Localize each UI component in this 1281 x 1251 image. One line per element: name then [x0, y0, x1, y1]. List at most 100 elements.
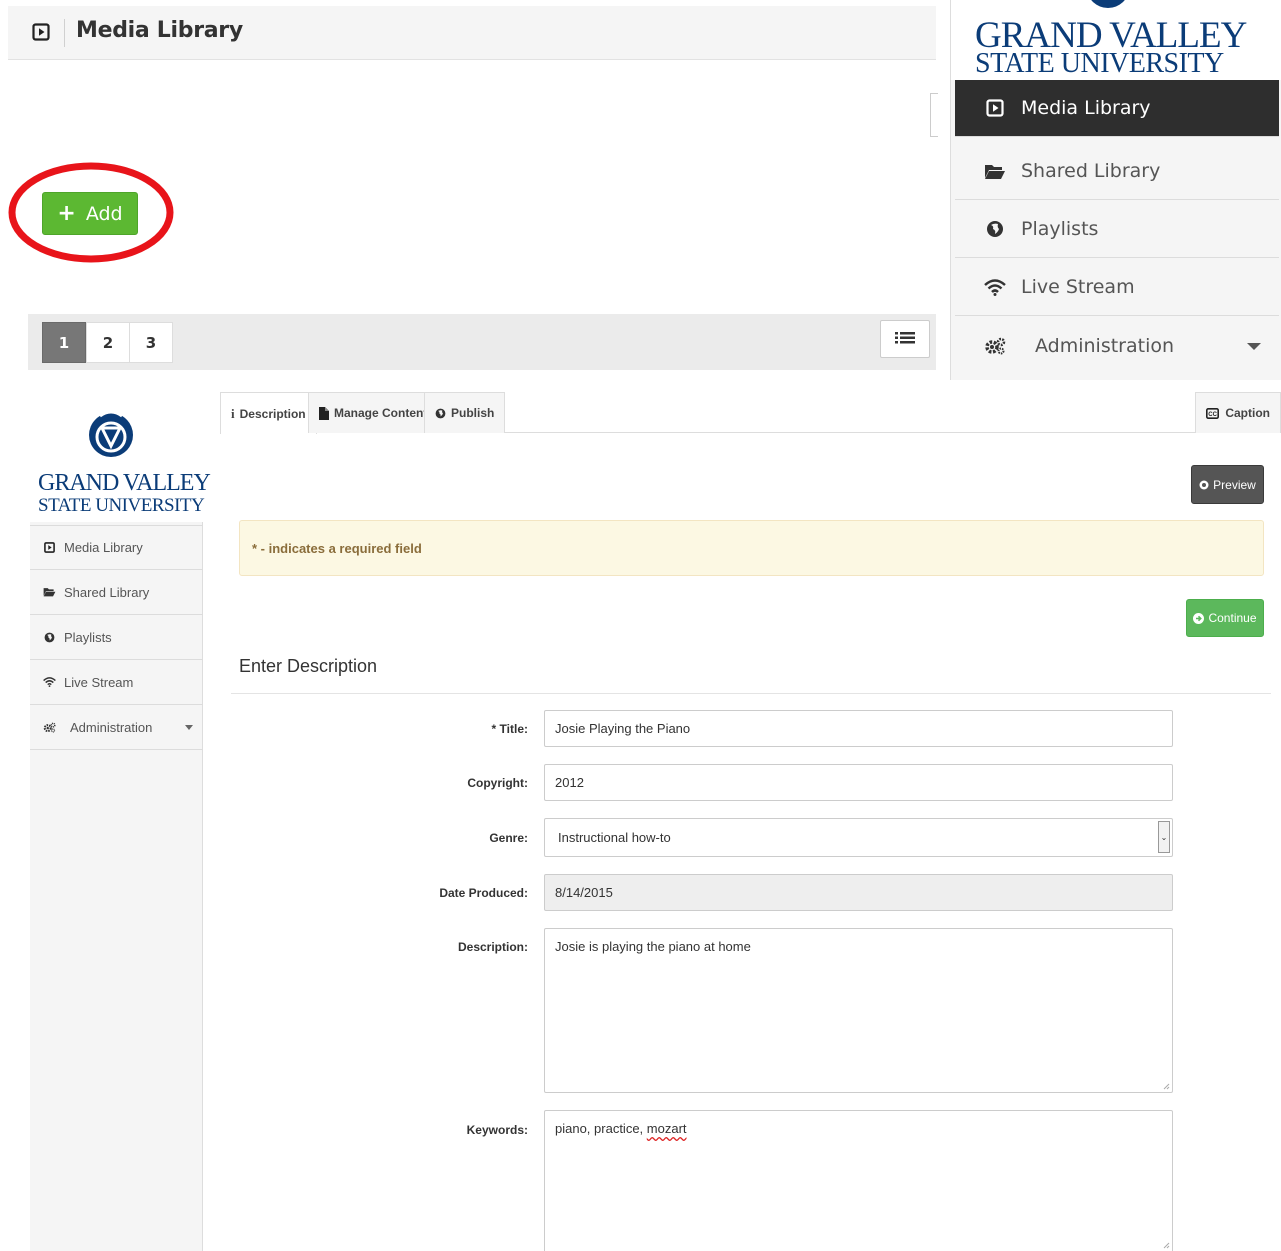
keywords-value: piano, practice, mozart: [555, 1121, 687, 1136]
nav-item-label: Administration: [1035, 334, 1175, 357]
arrow-circle-right-icon: [1193, 612, 1205, 624]
date-produced-input[interactable]: 8/14/2015: [544, 874, 1173, 911]
resize-grip-icon[interactable]: [1162, 1241, 1170, 1249]
svg-text:CC: CC: [1209, 412, 1218, 418]
resize-grip-icon[interactable]: [1162, 1082, 1170, 1090]
sidebar-item-live-stream[interactable]: Live Stream: [30, 660, 203, 705]
nav-item-label: Media Library: [1021, 97, 1151, 119]
globe-icon: [987, 221, 1003, 237]
wifi-icon: [42, 677, 56, 687]
editor-tabs: i Description Manage Content Publish CC …: [220, 392, 1281, 434]
date-produced-value: 8/14/2015: [555, 885, 613, 900]
preview-label: Preview: [1213, 477, 1256, 492]
sidebar-item-label: Media Library: [64, 540, 143, 555]
plus-icon: +: [57, 200, 76, 226]
globe-icon: [44, 632, 54, 642]
globe-icon: [435, 408, 446, 418]
keywords-textarea[interactable]: piano, practice, mozart: [544, 1110, 1173, 1251]
logo-text-line2: STATE UNIVERSITY: [38, 495, 205, 516]
nav-item-shared-library[interactable]: Shared Library: [955, 143, 1279, 200]
sidebar-item-shared-library[interactable]: Shared Library: [30, 570, 203, 615]
search-box-edge[interactable]: [930, 93, 938, 137]
date-produced-label: Date Produced:: [439, 886, 528, 900]
continue-label: Continue: [1208, 611, 1257, 625]
eye-icon: [1199, 480, 1209, 489]
nav-item-administration[interactable]: Administration: [955, 317, 1279, 374]
info-icon: i: [231, 405, 235, 421]
chevron-down-icon: [1247, 343, 1261, 350]
section-title: Enter Description: [239, 656, 378, 676]
continue-button[interactable]: Continue: [1186, 599, 1264, 637]
cogs-icon: [43, 722, 56, 733]
gvsu-shield-icon: [1091, 0, 1125, 8]
chevron-down-icon: [185, 725, 193, 730]
closed-caption-icon: CC: [1206, 407, 1220, 419]
keywords-text: piano, practice,: [555, 1121, 647, 1136]
nav-item-live-stream[interactable]: Live Stream: [955, 259, 1279, 316]
tab-label: Description: [239, 406, 306, 421]
header-divider: [64, 19, 65, 47]
sidebar-item-label: Shared Library: [64, 584, 150, 600]
title-value: Josie Playing the Piano: [555, 721, 691, 736]
add-media-button[interactable]: + Add: [42, 192, 138, 235]
tab-publish[interactable]: Publish: [424, 392, 506, 433]
keywords-misspelled-word: mozart: [646, 1121, 687, 1136]
add-button-label: Add: [85, 202, 123, 225]
cogs-icon: [985, 337, 1006, 354]
sidebar-item-label: Live Stream: [64, 674, 134, 690]
page-button-1[interactable]: 1: [42, 322, 86, 363]
genre-value: Instructional how-to: [558, 830, 671, 845]
tab-manage-content[interactable]: Manage Content: [308, 392, 439, 433]
page-button-2[interactable]: 2: [86, 322, 130, 363]
copyright-value: 2012: [555, 775, 584, 790]
genre-select[interactable]: Instructional how-to ⌄: [544, 818, 1173, 857]
play-square-icon: [32, 23, 50, 41]
sidebar-item-label: Administration: [70, 719, 153, 735]
logo-text-line2: STATE UNIVERSITY: [975, 48, 1224, 79]
file-icon: [319, 406, 329, 420]
title-label: * Title:: [491, 722, 528, 736]
sidebar-item-administration[interactable]: Administration: [30, 705, 203, 750]
tab-label: Caption: [1225, 406, 1270, 420]
copyright-label: Copyright:: [467, 776, 528, 790]
chevron-down-icon[interactable]: ⌄: [1158, 821, 1170, 853]
nav-item-media-library[interactable]: Media Library: [955, 80, 1279, 137]
genre-label: Genre:: [489, 831, 528, 845]
section-divider: [231, 693, 1271, 694]
preview-button[interactable]: Preview: [1191, 465, 1264, 504]
title-input[interactable]: Josie Playing the Piano: [544, 710, 1173, 747]
gvsu-logo: GRAND VALLEY STATE UNIVERSITY: [30, 382, 211, 522]
sidebar-item-media-library[interactable]: Media Library: [30, 525, 203, 570]
description-value: Josie is playing the piano at home: [555, 939, 751, 954]
top-nav-panel: GRAND VALLEY STATE UNIVERSITY Media Libr…: [950, 0, 1281, 380]
sidebar: GRAND VALLEY STATE UNIVERSITY Media Libr…: [30, 382, 211, 1251]
tab-label: Publish: [451, 406, 495, 420]
nav-item-label: Playlists: [1021, 218, 1099, 240]
tab-caption[interactable]: CC Caption: [1195, 392, 1281, 433]
nav-item-label: Live Stream: [1021, 276, 1135, 298]
sidebar-item-label: Playlists: [64, 629, 112, 645]
copyright-input[interactable]: 2012: [544, 764, 1173, 801]
gvsu-logo: GRAND VALLEY STATE UNIVERSITY: [951, 0, 1281, 80]
wifi-icon: [984, 278, 1006, 296]
nav-item-playlists[interactable]: Playlists: [955, 201, 1279, 258]
page-button-3[interactable]: 3: [129, 322, 173, 363]
list-view-button[interactable]: [880, 320, 930, 358]
sidebar-item-playlists[interactable]: Playlists: [30, 615, 203, 660]
media-library-header: Media Library: [8, 6, 936, 60]
description-label: Description:: [457, 940, 528, 954]
pagination-bar: 1 2 3: [28, 314, 936, 370]
page-title: Media Library: [76, 18, 243, 43]
required-field-alert: * - indicates a required field: [239, 520, 1264, 576]
folder-open-icon: [43, 588, 55, 597]
keywords-label: Keywords:: [466, 1123, 528, 1137]
play-square-icon: [986, 99, 1004, 117]
play-square-icon: [43, 542, 55, 553]
gvsu-shield-icon: [89, 410, 133, 457]
tab-label: Manage Content: [334, 406, 428, 420]
description-textarea[interactable]: Josie is playing the piano at home: [544, 928, 1173, 1093]
nav-item-label: Shared Library: [1021, 160, 1161, 182]
description-editor: i Description Manage Content Publish CC …: [220, 390, 1281, 1251]
list-icon: [895, 332, 915, 344]
tab-description[interactable]: i Description: [220, 392, 317, 434]
